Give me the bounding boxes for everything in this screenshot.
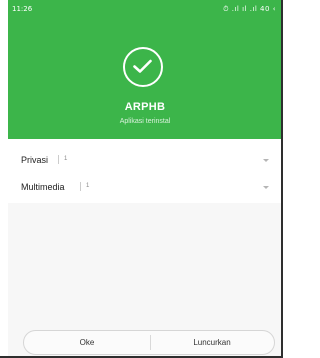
- status-bar: 11:26 ⏱ .ıl ıl .ıl 40 ‹: [8, 0, 282, 16]
- launch-button[interactable]: Luncurkan: [150, 331, 274, 354]
- permission-list: Privasi 1 Multimedia 1: [8, 139, 282, 203]
- permission-row-privasi[interactable]: Privasi 1: [8, 145, 282, 175]
- checkmark-icon: [133, 59, 152, 73]
- chevron-down-icon: [263, 159, 269, 162]
- install-status-text: Aplikasi terinstal: [119, 118, 171, 125]
- ok-button[interactable]: Oke: [24, 331, 150, 354]
- app-name: ARPHB: [124, 101, 166, 113]
- status-icons: ⏱ .ıl ıl .ıl 40 ‹: [223, 5, 276, 13]
- chevron-down-icon: [263, 186, 269, 189]
- action-bar: Oke Luncurkan: [23, 330, 275, 355]
- install-success-header: 11:26 ⏱ .ıl ıl .ıl 40 ‹ ARPHB Aplikasi t…: [8, 0, 282, 139]
- permission-count: 1: [64, 156, 68, 162]
- permission-row-multimedia[interactable]: Multimedia 1: [8, 172, 282, 202]
- permission-count: 1: [86, 183, 90, 189]
- phone-screen: 11:26 ⏱ .ıl ıl .ıl 40 ‹ ARPHB Aplikasi t…: [8, 0, 282, 358]
- divider: [58, 155, 59, 164]
- permission-label: Privasi: [21, 155, 49, 165]
- check-circle-icon: [123, 47, 163, 87]
- status-time: 11:26: [12, 5, 33, 13]
- permission-label: Multimedia: [21, 182, 65, 192]
- install-complete-frame: 11:26 ⏱ .ıl ıl .ıl 40 ‹ ARPHB Aplikasi t…: [0, 0, 283, 358]
- divider: [80, 182, 81, 191]
- screenshot-border-right: [281, 0, 283, 358]
